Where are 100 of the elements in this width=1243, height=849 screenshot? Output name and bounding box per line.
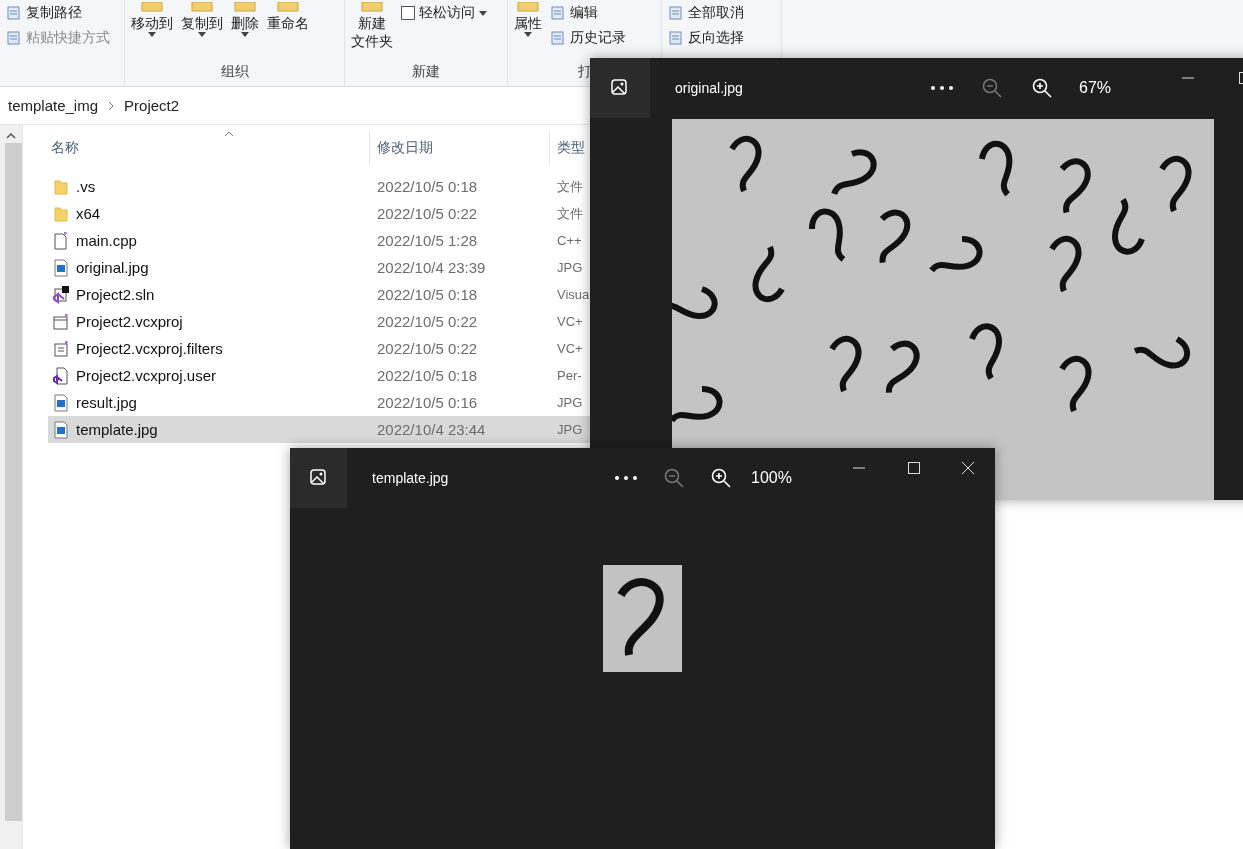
type-cell-text: JPG [556,422,584,437]
date-cell-text: 2022/10/5 0:18 [376,178,479,195]
file-name: x64 [76,205,101,222]
ribbon-item[interactable]: 反向选择 [668,27,744,49]
more-icon [931,86,953,90]
file-row[interactable]: main.cpp 2022/10/5 1:28 C++ [48,227,591,254]
solution-file-icon [53,285,69,304]
app-icon-button[interactable] [290,448,348,508]
breadcrumb-item[interactable]: template_img [8,97,99,114]
ribbon-button[interactable]: 删除 [231,2,259,37]
file-name: original.jpg [76,259,149,276]
app-icon-button[interactable] [590,58,650,118]
file-name: Project2.vcxproj.filters [76,340,223,357]
zoom-out-icon [982,78,1002,98]
minimize-icon [853,467,866,469]
scrollbar-thumb[interactable] [4,143,22,821]
folder-icon [515,2,541,12]
photos-icon [611,79,629,97]
scrollbar[interactable] [0,125,23,849]
file-name: Project2.vcxproj [76,313,183,330]
ribbon-button[interactable]: 新建 文件夹 [351,2,393,50]
ribbon-item[interactable]: 编辑 [550,2,626,24]
file-row[interactable]: x64 2022/10/5 0:22 文件 [48,200,591,227]
folder-icon [53,204,69,223]
folder-icon [53,177,69,196]
ribbon-button[interactable]: 重命名 [267,2,309,32]
date-cell-text: 2022/10/5 0:18 [376,286,479,303]
file-row[interactable]: original.jpg 2022/10/4 23:39 JPG [48,254,591,281]
zoom-out-icon [663,468,684,488]
ribbon-button[interactable]: 复制到 [181,2,223,37]
ribbon-button[interactable]: 移动到 [131,2,173,37]
image-file-icon [53,420,69,439]
file-row[interactable]: result.jpg 2022/10/5 0:16 JPG [48,389,591,416]
ribbon-item[interactable]: 复制路径 [6,2,110,24]
folder-icon [139,2,165,12]
ribbon-item[interactable]: 轻松访问 [401,2,487,24]
ribbon-item[interactable]: 全部取消 [668,2,744,24]
document-icon [668,30,684,46]
document-icon [6,5,22,21]
checkbox-icon [401,6,415,20]
breadcrumb-item[interactable]: Project2 [124,97,180,114]
date-cell-text: 2022/10/5 0:22 [376,340,479,357]
file-row[interactable]: Project2.vcxproj 2022/10/5 0:22 VC+ [48,308,591,335]
file-row[interactable]: Project2.vcxproj.user 2022/10/5 0:18 Per- [48,362,591,389]
zoom-in-icon [1032,78,1052,98]
document-icon [550,30,566,46]
type-cell-text: C++ [556,233,583,248]
type-cell-text: JPG [556,395,584,410]
document-icon [668,5,684,21]
photos-icon [309,469,328,487]
window-title: original.jpg [675,80,744,96]
folder-icon [232,2,258,12]
folder-icon [189,2,215,12]
minimize-icon [1181,77,1194,79]
ribbon-group-label: 打 [576,63,593,81]
chevron-right-icon [108,100,115,111]
document-file-icon [53,339,69,358]
date-cell-text: 2022/10/5 1:28 [376,232,479,249]
ribbon-group-label: 组织 [219,63,250,81]
chevron-up-icon [6,133,16,139]
date-cell-text: 2022/10/5 0:18 [376,367,479,384]
zoom-level[interactable]: 67% [1067,68,1123,108]
file-row[interactable]: .vs 2022/10/5 0:18 文件 [48,173,591,200]
document-file-icon [53,366,69,385]
address-bar[interactable]: template_img Project2 [0,87,590,125]
column-header[interactable]: 修改日期 [369,131,549,165]
more-icon [615,476,637,480]
file-name: .vs [76,178,96,195]
close-icon [961,462,974,474]
type-cell-text: 文件 [556,204,584,223]
date-cell-text: 2022/10/4 23:39 [376,259,487,276]
zoom-in-icon [711,468,732,488]
date-cell-text: 2022/10/5 0:22 [376,205,479,222]
type-cell-text: Per- [556,368,583,383]
window-title: template.jpg [372,470,450,486]
window-file-icon [53,312,69,331]
image-file-icon [53,258,69,277]
file-name: template.jpg [76,421,158,438]
image-file-icon [53,393,69,412]
type-cell-text: VC+ [556,314,584,329]
file-name: result.jpg [76,394,137,411]
sort-ascending-icon [224,131,234,137]
file-row[interactable]: Project2.sln 2022/10/5 0:18 Visua [48,281,591,308]
document-icon [6,30,22,46]
file-row[interactable]: template.jpg 2022/10/4 23:44 JPG [48,416,591,443]
date-cell-text: 2022/10/4 23:44 [376,421,487,438]
type-cell-text: JPG [556,260,584,275]
type-cell-text: Visua [556,287,591,302]
file-row[interactable]: Project2.vcxproj.filters 2022/10/5 0:22 VC+ [48,335,591,362]
ribbon-item[interactable]: 历史记录 [550,27,626,49]
ribbon-group-label: 新建 [411,63,441,81]
file-name: main.cpp [76,232,137,249]
date-cell-text: 2022/10/5 0:16 [376,394,479,411]
file-name: Project2.sln [76,286,155,303]
zoom-level[interactable]: 100% [744,458,799,498]
folder-icon [275,2,301,12]
file-icon [53,231,69,250]
column-header[interactable]: 名称 [48,131,369,165]
date-cell-text: 2022/10/5 0:22 [376,313,479,330]
ribbon-button[interactable]: 属性 [514,2,542,37]
